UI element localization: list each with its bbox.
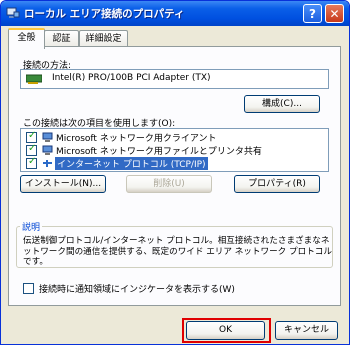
tab-authentication[interactable]: 認証	[44, 30, 79, 47]
install-button[interactable]: インストール(N)...	[20, 175, 106, 193]
adapter-field: Intel(R) PRO/100B PCI Adapter (TX)	[20, 69, 329, 89]
network-adapter-icon	[26, 74, 42, 84]
cancel-button[interactable]: キャンセル	[275, 321, 338, 340]
help-button[interactable]: ?	[303, 4, 322, 23]
protocol-icon	[43, 160, 52, 167]
item-label: インターネット プロトコル (TCP/IP)	[55, 157, 208, 170]
notify-checkbox[interactable]	[23, 283, 34, 294]
tab-advanced[interactable]: 詳細設定	[79, 30, 128, 47]
network-connection-icon	[6, 7, 20, 18]
title-bar[interactable]: ローカル エリア接続のプロパティ ? ✕	[1, 1, 349, 26]
ok-button[interactable]: OK	[186, 321, 265, 340]
file-printer-sharing-icon	[42, 145, 53, 155]
notify-label: 接続時に通知領域にインジケータを表示する(W)	[39, 285, 235, 295]
configure-button[interactable]: 構成(C)...	[244, 95, 320, 113]
properties-button[interactable]: プロパティ(R)	[234, 175, 320, 193]
uninstall-button: 削除(U)	[126, 175, 212, 193]
item-label: Microsoft ネットワーク用ファイルとプリンタ共有	[56, 147, 262, 157]
client-icon	[42, 132, 53, 142]
item-checkbox[interactable]	[26, 130, 37, 143]
item-checkbox[interactable]	[26, 143, 37, 156]
tab-general[interactable]: 全般	[8, 28, 45, 49]
description-text: 伝送制御プロトコル/インターネット プロトコル。相互接続されたさまざまなネットワ…	[23, 236, 332, 267]
item-label: Microsoft ネットワーク用クライアント	[56, 134, 217, 144]
window-title: ローカル エリア接続のプロパティ	[24, 8, 185, 20]
adapter-name: Intel(R) PRO/100B PCI Adapter (TX)	[52, 73, 211, 83]
components-list[interactable]: Microsoft ネットワーク用クライアント Microsoft ネットワーク…	[20, 128, 329, 172]
item-checkbox[interactable]	[26, 156, 37, 169]
properties-window: ローカル エリア接続のプロパティ ? ✕ 全般 認証 詳細設定 接続の方法: I…	[0, 0, 350, 345]
close-button[interactable]: ✕	[325, 4, 344, 23]
description-title: 説明	[20, 220, 43, 233]
